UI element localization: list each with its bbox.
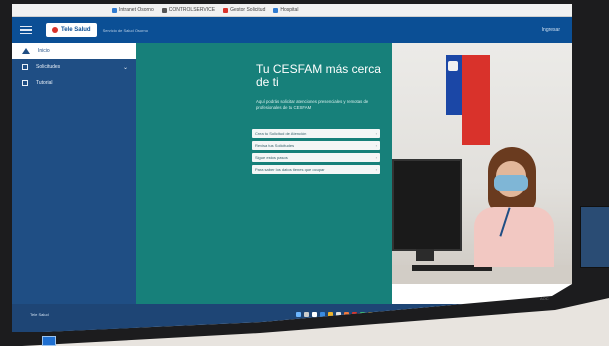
app-header: Tele Salud Servicio de Salud Osorno Ingr…	[12, 17, 572, 43]
bookmark[interactable]: CONTROLSERVICE	[161, 7, 216, 13]
bookmark[interactable]: Intranet Osorno	[112, 7, 154, 13]
bookmark-icon	[273, 7, 279, 13]
chevron-right-icon: ›	[375, 131, 377, 136]
bookmark[interactable]: Hospital	[273, 7, 298, 13]
bookmark-icon	[223, 7, 229, 13]
option-datos[interactable]: Para saber los datos tienes que ocupar ›	[252, 165, 380, 174]
mouse-cursor-icon	[88, 48, 98, 57]
edge-icon[interactable]	[320, 312, 325, 317]
app-logo[interactable]: Tele Salud	[46, 23, 97, 37]
option-label: Para saber los datos tienes que ocupar	[255, 167, 325, 172]
sidebar-item-solicitudes[interactable]: Solicitudes ⌄	[12, 59, 136, 75]
hero-subtitle: Aquí podrás solicitar atenciones presenc…	[256, 99, 369, 110]
hero-photo	[392, 43, 572, 284]
chevron-down-icon: ⌄	[122, 64, 128, 71]
logo-star-icon	[52, 27, 58, 33]
chevron-right-icon: ›	[375, 155, 377, 160]
logo-text: Tele Salud	[61, 27, 91, 33]
sidebar-item-label: Solicitudes	[36, 64, 61, 70]
adjacent-monitor	[580, 206, 609, 268]
tutorial-icon	[22, 80, 28, 86]
bookmark-label: Gestor Solicitud	[230, 7, 266, 13]
person-body	[474, 207, 554, 267]
photo-monitor	[392, 159, 462, 251]
option-label: Revisa tus Solicitudes	[255, 143, 295, 148]
bookmark-label: Intranet Osorno	[119, 7, 154, 13]
bottom-left-app-icon	[42, 336, 56, 346]
option-sigue-pasos[interactable]: Sigue estos pasos ›	[252, 153, 380, 162]
option-label: Sigue estos pasos	[255, 155, 288, 160]
sidebar-item-label: Tutorial	[36, 80, 53, 86]
monitor-screen: Intranet Osorno CONTROLSERVICE Gestor So…	[12, 4, 572, 332]
option-label: Crea tu Solicitud de Atención	[255, 131, 307, 136]
sidebar-item-label: Inicio	[38, 48, 50, 54]
browser-bookmarks-bar: Intranet Osorno CONTROLSERVICE Gestor So…	[12, 4, 572, 17]
chevron-right-icon: ›	[375, 143, 377, 148]
option-revisa-solicitudes[interactable]: Revisa tus Solicitudes ›	[252, 141, 380, 150]
sidebar-item-inicio[interactable]: Inicio	[12, 43, 136, 59]
option-crear-solicitud[interactable]: Crea tu Solicitud de Atención ›	[252, 129, 380, 138]
login-link[interactable]: Ingresar	[542, 27, 560, 33]
task-view-icon[interactable]	[312, 312, 317, 317]
hero-title: Tu CESFAM más cerca de ti	[256, 62, 381, 89]
hamburger-menu-icon[interactable]	[20, 25, 32, 35]
photo-monitor-stand	[416, 249, 434, 261]
bookmark-icon	[112, 7, 117, 13]
sidebar: Inicio Solicitudes ⌄ Tutorial	[12, 43, 136, 332]
bookmark[interactable]: Gestor Solicitud	[223, 7, 265, 13]
bookmark-label: Hospital	[280, 7, 299, 13]
government-seal-icon	[448, 61, 458, 71]
bookmark-icon	[161, 7, 167, 13]
sidebar-item-tutorial[interactable]: Tutorial	[12, 75, 136, 91]
logo-subtitle: Servicio de Salud Osorno	[102, 27, 148, 33]
bookmark-label: CONTROLSERVICE	[168, 7, 216, 13]
chevron-right-icon: ›	[375, 167, 377, 172]
hero-panel: Tu CESFAM más cerca de ti Aquí podrás so…	[136, 43, 392, 304]
search-icon[interactable]	[304, 312, 309, 317]
document-icon	[22, 64, 28, 70]
monitor-brand-label: AOC	[540, 296, 549, 301]
flag-red-stripe	[462, 55, 490, 145]
taskbar-footer-text: Tele Salud	[30, 312, 49, 317]
face-mask	[494, 175, 528, 191]
system-tray-clock[interactable]: 12:45 09-10-2023	[512, 314, 544, 319]
home-icon	[22, 48, 30, 54]
start-icon[interactable]	[296, 312, 301, 317]
